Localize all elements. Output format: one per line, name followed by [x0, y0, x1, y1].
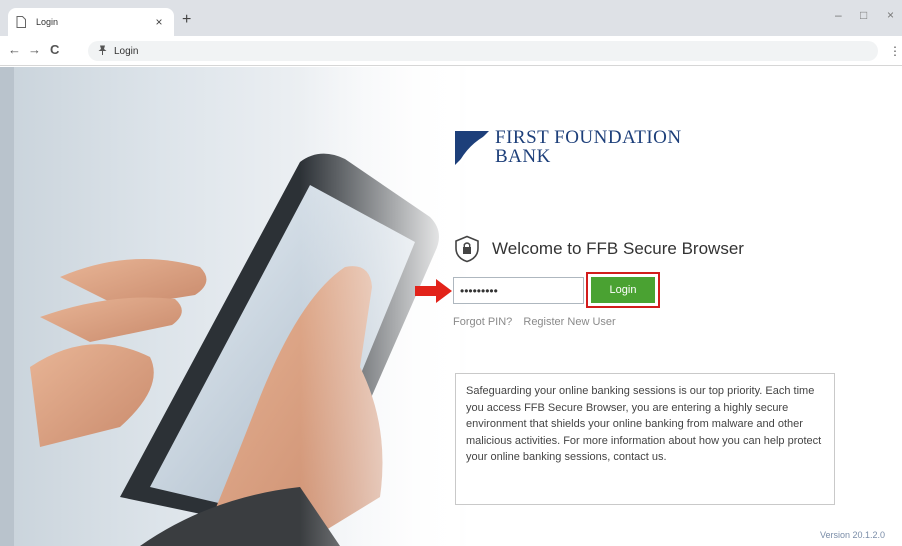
security-info-box: Safeguarding your online banking session…: [455, 373, 835, 505]
bank-logo: FIRST FOUNDATION BANK: [453, 127, 682, 167]
address-bar[interactable]: Login: [88, 41, 878, 61]
back-icon[interactable]: ←: [8, 42, 21, 57]
pin-icon: [98, 45, 107, 58]
forgot-pin-link[interactable]: Forgot PIN?: [453, 316, 512, 328]
minimize-icon[interactable]: –: [835, 8, 842, 22]
tab-title: Login: [36, 17, 59, 27]
tab-close-icon[interactable]: ×: [152, 15, 166, 29]
red-arrow-icon: [415, 279, 452, 303]
page-icon: [16, 15, 28, 29]
forward-icon[interactable]: →: [28, 42, 41, 57]
version-label: Version 20.1.2.0: [820, 530, 886, 540]
welcome-heading: Welcome to FFB Secure Browser: [454, 235, 744, 263]
shield-lock-icon: [455, 235, 479, 263]
close-window-icon[interactable]: ×: [887, 8, 894, 22]
logo-line-1: FIRST FOUNDATION: [495, 127, 682, 148]
login-page: FIRST FOUNDATION BANK Welcome to FFB Sec…: [0, 67, 902, 546]
auth-links: Forgot PIN? Register New User: [453, 316, 624, 328]
login-button[interactable]: Login: [591, 277, 655, 303]
logo-line-2: BANK: [495, 146, 551, 167]
register-link[interactable]: Register New User: [523, 316, 615, 328]
address-text: Login: [114, 45, 139, 57]
maximize-icon[interactable]: □: [860, 8, 867, 22]
new-tab-button[interactable]: +: [182, 11, 191, 29]
welcome-title: Welcome to FFB Secure Browser: [492, 239, 744, 258]
browser-tab[interactable]: Login ×: [8, 8, 174, 36]
reload-icon[interactable]: C: [50, 42, 59, 57]
pin-input[interactable]: [453, 277, 584, 304]
browser-tab-bar: Login × + – □ ×: [0, 0, 902, 36]
browser-menu-icon[interactable]: ⋮: [889, 44, 901, 58]
browser-toolbar: ← → C Login ⋮: [0, 36, 902, 66]
bank-logo-icon: [455, 131, 490, 166]
